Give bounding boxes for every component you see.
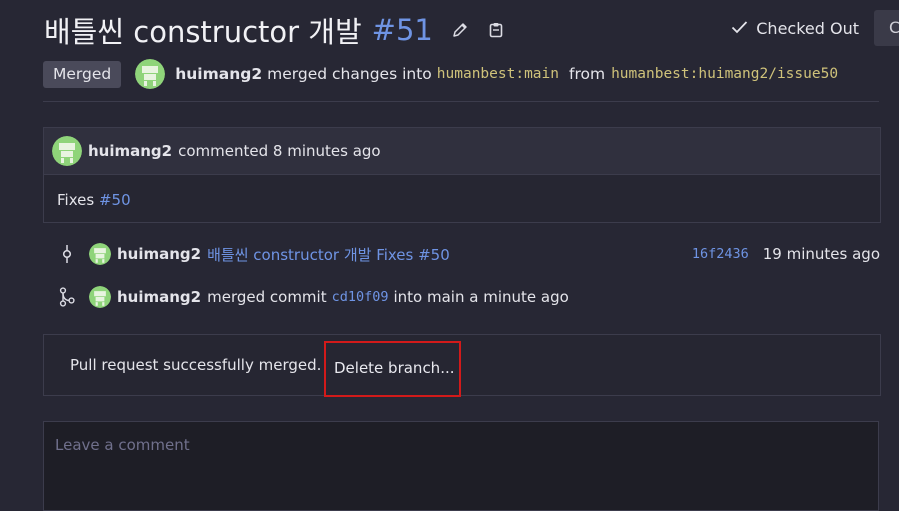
comment-text: Fixes <box>57 191 95 209</box>
comment-card: huimang2 commented 8 minutes ago Fixes #… <box>43 127 881 223</box>
pr-number[interactable]: #51 <box>372 13 433 47</box>
checkout-label: Checked Out <box>756 18 859 38</box>
merge-text-before: merged commit <box>207 288 327 306</box>
merged-text: merged changes into <box>267 65 432 83</box>
check-icon <box>731 19 748 38</box>
title-row: 배틀씬 constructor 개발 #51 <box>44 8 505 52</box>
avatar[interactable] <box>52 136 82 166</box>
merge-sha[interactable]: cd10f09 <box>332 289 389 305</box>
page-title: 배틀씬 constructor 개발 <box>44 15 362 49</box>
target-branch: humanbest:main <box>436 66 559 82</box>
merge-author[interactable]: huimang2 <box>117 288 201 306</box>
issue-link[interactable]: #50 <box>99 191 131 209</box>
commit-meta: 16f2436 19 minutes ago <box>692 241 880 267</box>
pencil-icon[interactable] <box>451 21 469 39</box>
status-badge: Merged <box>43 60 122 88</box>
comment-body: Fixes #50 <box>44 175 880 225</box>
merge-status-box: Pull request successfully merged. Delete… <box>43 334 881 397</box>
checkout-status[interactable]: Checked Out <box>731 17 859 39</box>
timeline-commit-row: huimang2 배틀씬 constructor 개발 Fixes #50 <box>56 241 450 267</box>
avatar[interactable] <box>89 286 111 308</box>
commit-sha[interactable]: 16f2436 <box>692 246 749 262</box>
author-link[interactable]: huimang2 <box>175 65 262 83</box>
edge-button[interactable]: C <box>874 10 899 46</box>
clipboard-icon[interactable] <box>487 21 505 39</box>
avatar[interactable] <box>89 243 111 265</box>
commit-message[interactable]: 배틀씬 constructor 개발 Fixes #50 <box>207 244 450 265</box>
merge-success-message: Pull request successfully merged. <box>70 356 322 374</box>
source-branch: humanbest:huimang2/issue50 <box>611 66 839 82</box>
avatar[interactable] <box>135 59 166 89</box>
comment-input[interactable] <box>43 421 879 511</box>
merge-text-after: into main a minute ago <box>393 288 569 306</box>
from-text: from <box>569 65 606 83</box>
git-merge-icon <box>56 287 78 307</box>
comment-header: huimang2 commented 8 minutes ago <box>44 128 880 175</box>
git-commit-icon <box>56 244 78 264</box>
delete-branch-button[interactable]: Delete branch... <box>324 341 461 397</box>
comment-meta: commented 8 minutes ago <box>178 142 381 160</box>
divider <box>43 101 879 102</box>
comment-author[interactable]: huimang2 <box>88 142 172 160</box>
commit-author[interactable]: huimang2 <box>117 245 201 263</box>
commit-time: 19 minutes ago <box>762 245 880 263</box>
timeline-merge-row: huimang2 merged commit cd10f09 into main… <box>56 284 569 310</box>
status-row: Merged huimang2 merged changes into huma… <box>43 59 839 89</box>
